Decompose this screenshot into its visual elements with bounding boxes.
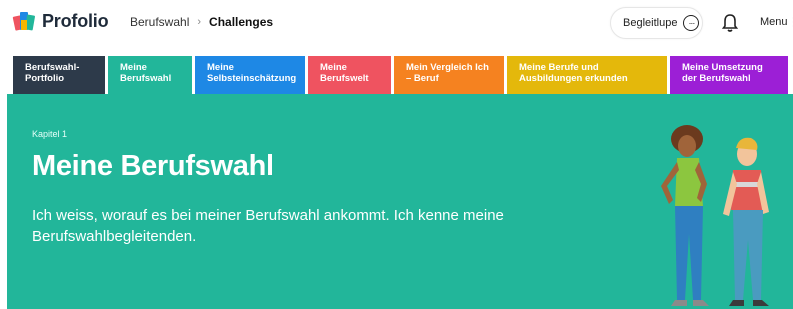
- menu-label: Menu: [760, 16, 788, 28]
- chapter-hero: Kapitel 1 Meine Berufswahl Ich weiss, wo…: [7, 94, 793, 309]
- chapter-description: Ich weiss, worauf es bei meiner Berufswa…: [32, 207, 504, 245]
- tab-mein-vergleich[interactable]: Mein Vergleich Ich – Beruf: [394, 56, 504, 94]
- profolio-logo-icon: [12, 12, 35, 31]
- menu-button[interactable]: Menu: [760, 16, 793, 28]
- tab-meine-selbsteinschaetzung[interactable]: Meine Selbsteinschätzung: [195, 56, 305, 94]
- students-illustration: [661, 125, 769, 306]
- page-title: Meine Berufswahl: [32, 150, 274, 182]
- breadcrumb-current: Challenges: [209, 15, 274, 29]
- chevron-right-icon: ›: [197, 16, 202, 28]
- chapter-tabs: Berufswahl-Portfolio Meine Berufswahl Me…: [13, 56, 788, 94]
- begleitlupe-label: Begleitlupe: [623, 17, 678, 29]
- tab-berufswahl-portfolio[interactable]: Berufswahl-Portfolio: [13, 56, 105, 94]
- tab-umsetzung-berufswahl[interactable]: Meine Umsetzung der Berufswahl: [670, 56, 788, 94]
- bell-icon[interactable]: [721, 13, 739, 33]
- begleitlupe-button[interactable]: Begleitlupe ···: [610, 7, 703, 39]
- tab-meine-berufswahl[interactable]: Meine Berufswahl: [108, 56, 192, 94]
- top-bar: Profolio Berufswahl › Challenges Begleit…: [0, 0, 793, 46]
- app-logo[interactable]: Profolio: [12, 9, 109, 33]
- breadcrumb: Berufswahl › Challenges: [130, 15, 273, 29]
- tab-meine-berufswelt[interactable]: Meine Berufswelt: [308, 56, 391, 94]
- breadcrumb-parent[interactable]: Berufswahl: [130, 15, 189, 29]
- ellipsis-circle-icon: ···: [683, 15, 700, 31]
- chapter-number: Kapitel 1: [32, 129, 68, 139]
- tab-berufe-ausbildungen[interactable]: Meine Berufe und Ausbildungen erkunden: [507, 56, 667, 94]
- app-name: Profolio: [42, 10, 109, 31]
